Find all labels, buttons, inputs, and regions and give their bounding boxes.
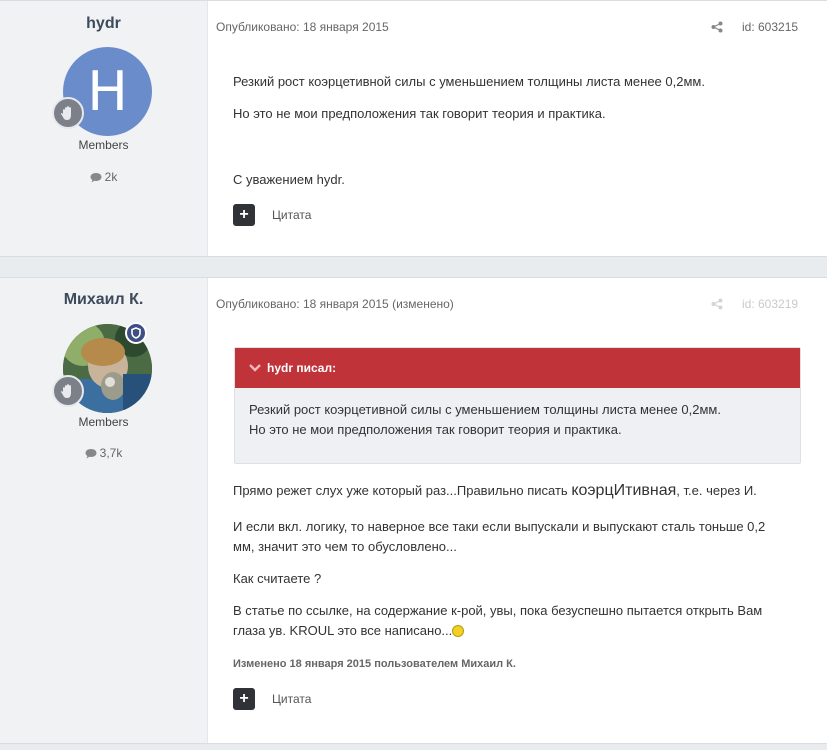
quote-author: hydr писал: [267, 361, 337, 375]
edited-note: Изменено 18 января 2015 пользователем Ми… [233, 658, 516, 670]
post-603215: hydr H Members 2k Опубликовано: 18 январ… [0, 0, 827, 257]
post-count-value: 3,7k [99, 446, 123, 460]
author-panel: Михаил К. Members 3,7k [0, 278, 208, 743]
post-date[interactable]: Опубликовано: 18 января 2015 (изменено) [216, 297, 454, 311]
text-fragment: Прямо режет слух уже который раз...Прави… [233, 483, 572, 498]
post-id-link[interactable]: id: 603215 [742, 20, 798, 34]
member-group: Members [78, 415, 129, 429]
quote-header[interactable]: hydr писал: [235, 348, 800, 388]
rank-badge-icon [52, 375, 84, 407]
post-date[interactable]: Опубликовано: 18 января 2015 [216, 20, 389, 34]
post-paragraph: И если вкл. логику, то наверное все таки… [233, 519, 766, 554]
text-fragment: , т.е. через И. [676, 483, 757, 498]
quote-line: Но это не мои предположения так говорит … [249, 422, 622, 437]
post-paragraph: В статье по ссылке, на содержание к-рой,… [233, 601, 788, 641]
share-icon[interactable] [711, 298, 723, 310]
moderator-shield-icon [125, 322, 147, 344]
author-name[interactable]: Михаил К. [0, 291, 207, 309]
comment-icon [90, 173, 102, 183]
signature-text: С уважением hydr. [233, 172, 345, 187]
author-name[interactable]: hydr [0, 15, 207, 33]
post-id-link[interactable]: id: 603219 [742, 297, 798, 311]
quote-line: Резкий рост коэрцетивной силы с уменьшен… [249, 402, 721, 417]
post-paragraph: Прямо режет слух уже который раз...Прави… [233, 481, 793, 501]
comment-icon [85, 449, 97, 459]
post-paragraph: Резкий рост коэрцетивной силы с уменьшен… [233, 74, 705, 89]
multiquote-button[interactable]: + [233, 204, 255, 226]
share-icon[interactable] [711, 21, 723, 33]
member-group: Members [78, 138, 129, 152]
quote-button[interactable]: Цитата [272, 692, 311, 706]
rank-badge-icon [52, 97, 84, 129]
post-paragraph: Как считаете ? [233, 571, 322, 586]
multiquote-button[interactable]: + [233, 688, 255, 710]
post-count-value: 2k [104, 170, 118, 184]
smiley-icon [452, 625, 465, 637]
emphasized-word: коэрцИтивная [571, 482, 677, 499]
post-count: 3,7k [0, 446, 207, 460]
author-panel: hydr H Members 2k [0, 1, 208, 256]
quote-button[interactable]: Цитата [272, 208, 311, 222]
text-fragment: В статье по ссылке, на содержание к-рой,… [233, 603, 763, 638]
quote-block: hydr писал: Резкий рост коэрцетивной сил… [234, 347, 801, 464]
post-count: 2k [0, 170, 207, 184]
post-603219: Михаил К. Members 3,7k Опубликовано: 18 … [0, 277, 827, 744]
post-paragraph: Но это не мои предположения так говорит … [233, 106, 606, 121]
chevron-down-icon [249, 364, 261, 372]
quote-body: Резкий рост коэрцетивной силы с уменьшен… [235, 388, 800, 452]
